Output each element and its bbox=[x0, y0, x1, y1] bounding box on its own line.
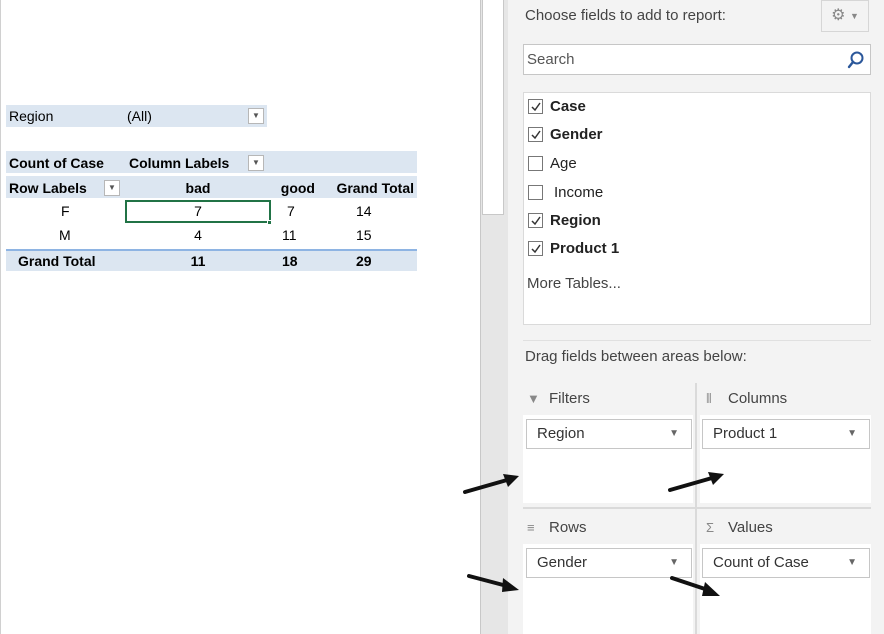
field-item-region[interactable]: Region bbox=[524, 209, 724, 233]
columns-field-pill[interactable]: Product 1 ▼ bbox=[702, 419, 870, 449]
scrollbar-thumb[interactable] bbox=[482, 0, 504, 215]
filters-title: Filters bbox=[549, 390, 590, 407]
pane-title: Choose fields to add to report: bbox=[525, 7, 726, 24]
checkbox-checked[interactable] bbox=[528, 213, 543, 228]
row-label-m[interactable]: M bbox=[59, 224, 71, 246]
row-label-f[interactable]: F bbox=[61, 200, 70, 222]
pill-label: Product 1 bbox=[713, 425, 778, 442]
rows-field-pill[interactable]: Gender ▼ bbox=[526, 548, 692, 578]
field-label: Gender bbox=[550, 126, 603, 143]
rows-area-header: ≡ Rows bbox=[527, 519, 587, 536]
checkbox-unchecked[interactable] bbox=[528, 185, 543, 200]
pill-label: Count of Case bbox=[713, 554, 809, 571]
cell-m-bad[interactable]: 4 bbox=[125, 224, 271, 246]
more-tables-link[interactable]: More Tables... bbox=[527, 275, 621, 292]
filters-field-pill[interactable]: Region ▼ bbox=[526, 419, 692, 449]
field-label: Region bbox=[550, 212, 601, 229]
field-item-case[interactable]: Case bbox=[524, 95, 724, 119]
field-item-age[interactable]: Age bbox=[524, 152, 724, 176]
grand-total-bad[interactable]: 11 bbox=[125, 250, 271, 272]
chevron-down-icon: ▼ bbox=[252, 111, 260, 120]
filter-dropdown-button[interactable]: ▼ bbox=[248, 108, 264, 124]
column-labels-label[interactable]: Column Labels bbox=[129, 152, 229, 174]
chevron-down-icon: ▼ bbox=[847, 557, 857, 568]
grand-total-total[interactable]: 29 bbox=[356, 250, 372, 272]
cell-m-total[interactable]: 15 bbox=[356, 224, 372, 246]
cell-f-good[interactable]: 7 bbox=[287, 200, 295, 222]
annotation-arrow-values bbox=[670, 576, 720, 596]
search-icon[interactable] bbox=[846, 50, 866, 70]
divider bbox=[523, 340, 871, 341]
annotation-arrow-rows bbox=[467, 574, 519, 592]
col-header-grand-total[interactable]: Grand Total bbox=[315, 177, 414, 199]
field-list: Case Gender Age Income Region Product 1 … bbox=[523, 92, 871, 325]
row-labels-dropdown-button[interactable]: ▼ bbox=[104, 180, 120, 196]
filters-area-header: ▼ Filters bbox=[527, 390, 590, 407]
grand-total-label[interactable]: Grand Total bbox=[18, 250, 96, 272]
cell-f-bad[interactable]: 7 bbox=[125, 200, 271, 223]
chevron-down-icon: ▼ bbox=[669, 428, 679, 439]
checkbox-checked[interactable] bbox=[528, 127, 543, 142]
checkbox-checked[interactable] bbox=[528, 241, 543, 256]
pill-label: Region bbox=[537, 425, 585, 442]
field-item-product-1[interactable]: Product 1 bbox=[524, 237, 724, 261]
columns-title: Columns bbox=[728, 390, 788, 407]
count-of-case-label[interactable]: Count of Case bbox=[9, 152, 104, 174]
checkbox-unchecked[interactable] bbox=[528, 156, 543, 171]
chevron-down-icon: ▼ bbox=[849, 11, 859, 21]
spreadsheet-area[interactable]: Region (All) ▼ Count of Case Column Labe… bbox=[0, 0, 480, 634]
filter-icon: ▼ bbox=[527, 391, 540, 406]
chevron-down-icon: ▼ bbox=[847, 428, 857, 439]
cell-m-good[interactable]: 11 bbox=[282, 224, 297, 246]
col-header-good[interactable]: good bbox=[263, 177, 315, 199]
values-area-header: Σ Values bbox=[706, 519, 773, 536]
chevron-down-icon: ▼ bbox=[108, 183, 116, 192]
pill-label: Gender bbox=[537, 554, 588, 571]
field-label: Product 1 bbox=[550, 240, 620, 257]
col-header-bad[interactable]: bad bbox=[125, 177, 271, 199]
sigma-icon: Σ bbox=[706, 520, 715, 535]
filter-label[interactable]: Region bbox=[9, 105, 53, 127]
field-item-gender[interactable]: Gender bbox=[524, 123, 724, 147]
annotation-arrow-columns bbox=[668, 472, 724, 492]
column-labels-dropdown-button[interactable]: ▼ bbox=[248, 155, 264, 171]
columns-area-header: ⦀ Columns bbox=[706, 390, 787, 407]
pivot-field-list-pane: Choose fields to add to report: ⚙ ▼ Case… bbox=[508, 0, 884, 634]
search-box[interactable] bbox=[523, 44, 871, 75]
chevron-down-icon: ▼ bbox=[669, 557, 679, 568]
values-field-pill[interactable]: Count of Case ▼ bbox=[702, 548, 870, 578]
checkbox-checked[interactable] bbox=[528, 99, 543, 114]
grand-total-good[interactable]: 18 bbox=[282, 250, 298, 272]
row-labels-label[interactable]: Row Labels bbox=[9, 177, 87, 199]
rows-icon: ≡ bbox=[527, 520, 535, 535]
area-separator-horizontal bbox=[523, 507, 871, 509]
search-input[interactable] bbox=[524, 45, 844, 74]
drag-fields-title: Drag fields between areas below: bbox=[525, 348, 747, 365]
chevron-down-icon: ▼ bbox=[252, 158, 260, 167]
values-title: Values bbox=[728, 519, 773, 536]
field-label: Income bbox=[554, 184, 604, 201]
filter-value[interactable]: (All) bbox=[127, 105, 152, 127]
annotation-arrow-filters bbox=[463, 474, 519, 494]
field-item-income[interactable]: Income bbox=[524, 181, 724, 205]
tools-button[interactable]: ⚙ ▼ bbox=[821, 0, 869, 32]
cell-f-total[interactable]: 14 bbox=[356, 200, 372, 222]
gear-icon: ⚙ bbox=[831, 7, 846, 25]
field-label: Case bbox=[550, 98, 586, 115]
columns-icon: ⦀ bbox=[706, 391, 712, 406]
rows-title: Rows bbox=[549, 519, 587, 536]
field-label: Age bbox=[550, 155, 577, 172]
